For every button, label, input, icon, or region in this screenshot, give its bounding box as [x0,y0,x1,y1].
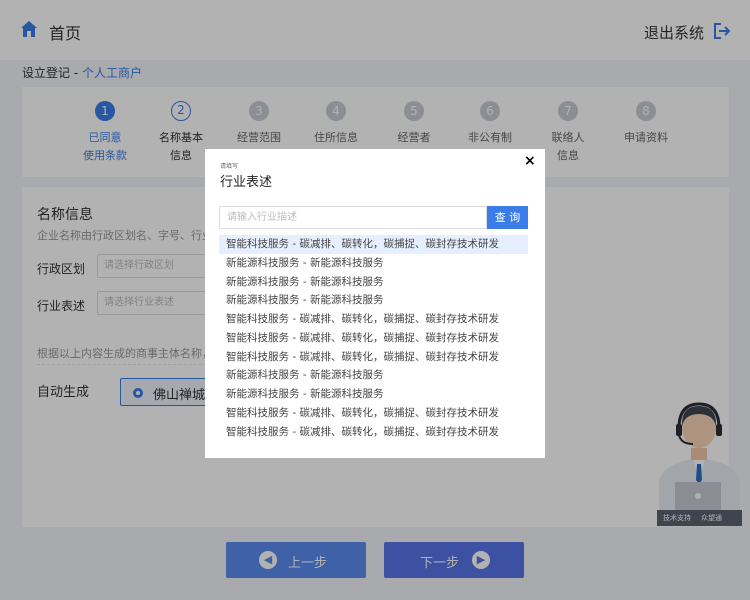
list-item[interactable]: 智能科技服务 - 碳减排、碳转化，碳捕捉、碳封存技术研发 [219,310,528,329]
list-item[interactable]: 新能源科技服务 - 新能源科技服务 [219,254,528,273]
list-item[interactable]: 智能科技服务 - 碳减排、碳转化，碳捕捉、碳封存技术研发 [219,404,528,423]
industry-result-list: 智能科技服务 - 碳减排、碳转化，碳捕捉、碳封存技术研发 新能源科技服务 - 新… [219,235,528,441]
list-item[interactable]: 智能科技服务 - 碳减排、碳转化，碳捕捉、碳封存技术研发 [219,329,528,348]
close-icon[interactable]: × [524,153,536,169]
modal-subtitle: 请填写 [220,163,239,170]
list-item[interactable]: 新能源科技服务 - 新能源科技服务 [219,366,528,385]
list-item[interactable]: 新能源科技服务 - 新能源科技服务 [219,385,528,404]
list-item[interactable]: 新能源科技服务 - 新能源科技服务 [219,291,528,310]
modal-title: 行业表述 [220,175,273,190]
list-item[interactable]: 智能科技服务 - 碳减排、碳转化，碳捕捉、碳封存技术研发 [219,235,528,254]
search-button[interactable]: 查 询 [487,206,528,229]
list-item[interactable]: 智能科技服务 - 碳减排、碳转化，碳捕捉、碳封存技术研发 [219,348,528,367]
list-item[interactable]: 智能科技服务 - 碳减排、碳转化，碳捕捉、碳封存技术研发 [219,423,528,442]
industry-search-input[interactable]: 请输入行业描述 [219,206,487,229]
list-item[interactable]: 新能源科技服务 - 新能源科技服务 [219,273,528,292]
industry-modal: 请填写 行业表述 × 请输入行业描述 查 询 智能科技服务 - 碳减排、碳转化，… [205,149,545,458]
